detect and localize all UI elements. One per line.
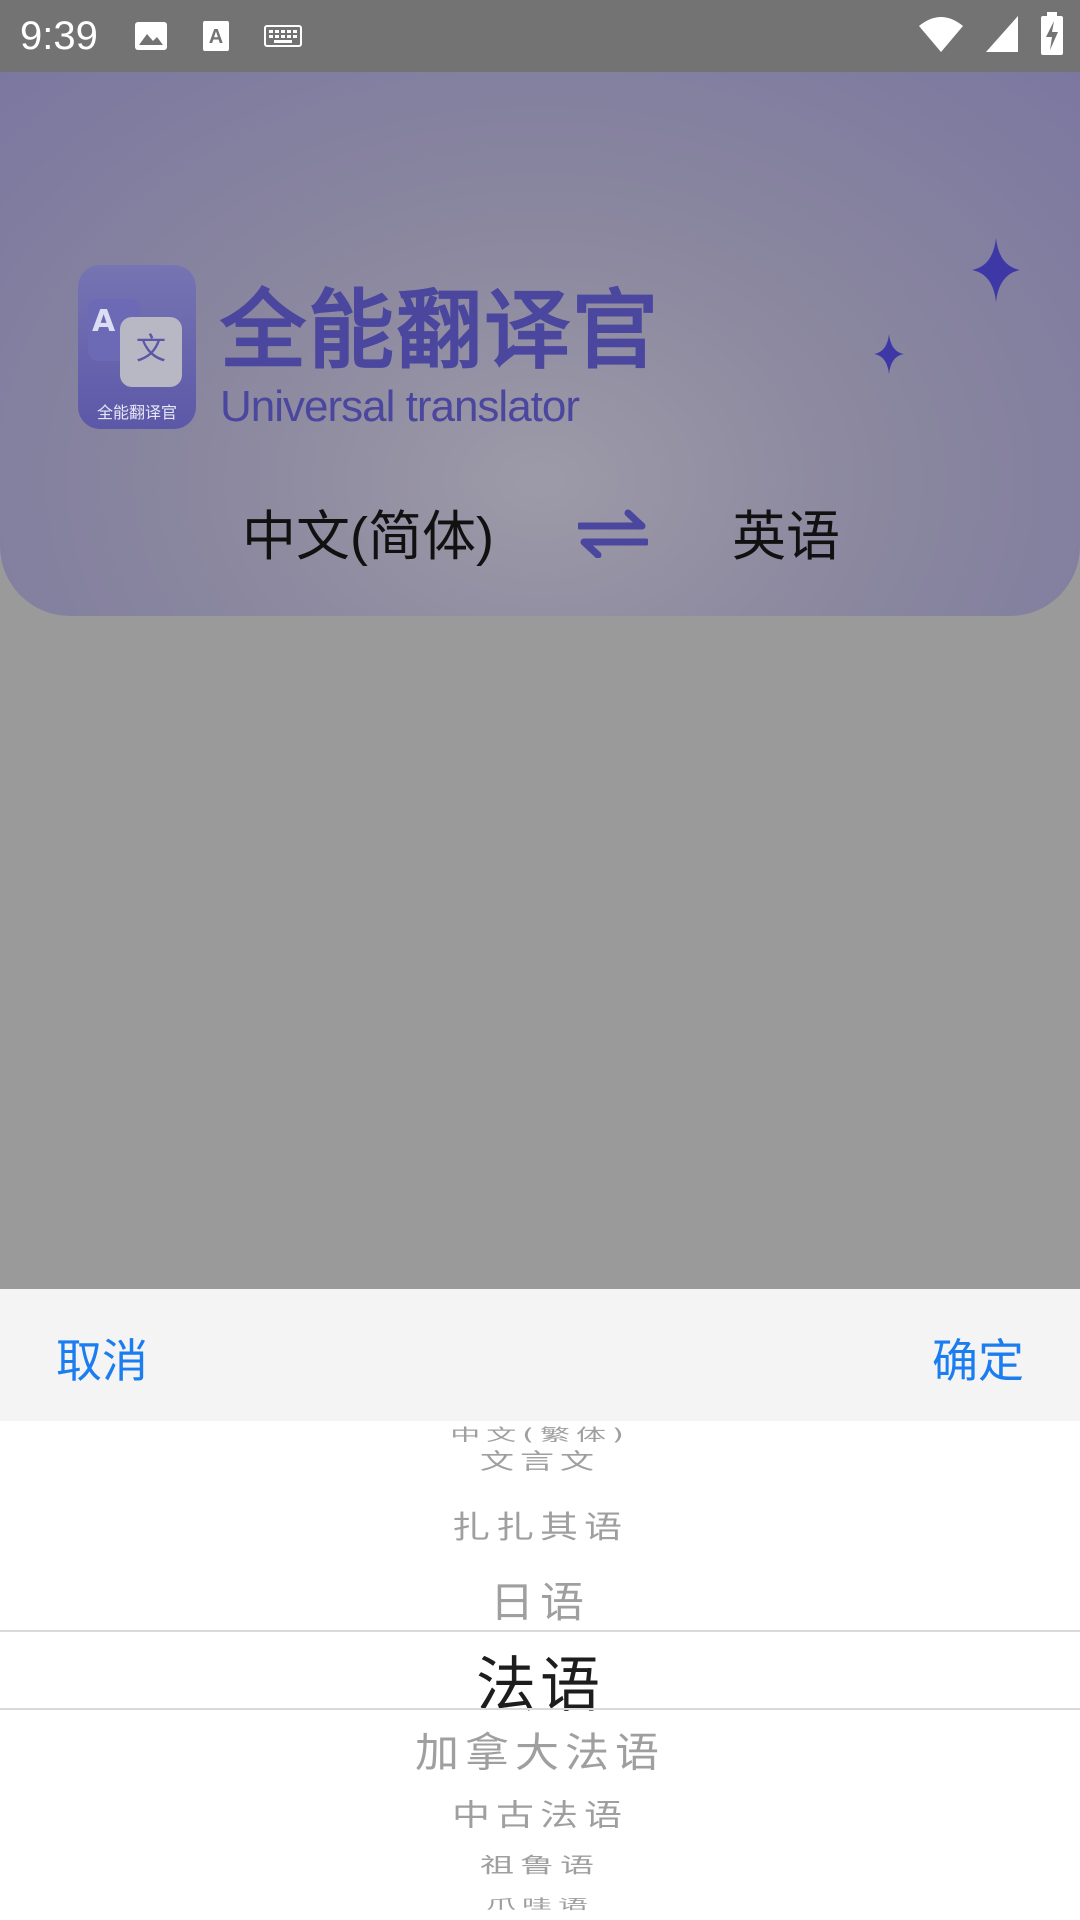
- picker-item[interactable]: 加拿大法语: [0, 1720, 1080, 1779]
- system-icons: [918, 12, 1064, 56]
- battery-charging-icon: [1041, 12, 1063, 55]
- cancel-button[interactable]: 取消: [56, 1325, 148, 1391]
- picker-item[interactable]: 中文(繁体): [0, 1421, 1080, 1443]
- logo-caption: 全能翻译官: [96, 403, 177, 422]
- app-logo: A 文 全能翻译官: [78, 265, 196, 429]
- sparkle-small-icon: [874, 334, 904, 374]
- picker-item[interactable]: 文言文: [0, 1444, 1080, 1476]
- keyboard-icon: [263, 25, 302, 47]
- picker-item[interactable]: 爪哇语: [0, 1893, 1080, 1913]
- logo-glyph: 文: [120, 317, 182, 387]
- notification-icons: A: [134, 20, 302, 52]
- picker-selection-line-top: [0, 1630, 1080, 1632]
- language-picker-wheel[interactable]: 中文(繁体) 文言文 扎扎其语 日语 法语 加拿大法语 中古法语 祖鲁语 爪哇语: [0, 1421, 1080, 1920]
- swap-arrows-icon[interactable]: [578, 508, 648, 558]
- status-bar: 9:39 A: [0, 0, 1080, 72]
- source-language-selector[interactable]: 中文(简体): [242, 492, 494, 571]
- svg-text:A: A: [209, 26, 223, 48]
- sparkle-large-icon: [972, 238, 1020, 302]
- confirm-button[interactable]: 确定: [932, 1325, 1024, 1391]
- picker-item[interactable]: 日语: [0, 1569, 1080, 1630]
- image-icon: [134, 22, 167, 50]
- picker-item[interactable]: 扎扎其语: [0, 1502, 1080, 1547]
- app-title: 全能翻译官: [220, 281, 660, 381]
- picker-toolbar: 取消 确定: [0, 1289, 1080, 1421]
- picker-item[interactable]: 中古法语: [0, 1791, 1080, 1835]
- text-a-icon: A: [202, 21, 229, 51]
- app-subtitle: Universal translator: [220, 382, 580, 431]
- picker-selection-line-bottom: [0, 1708, 1080, 1710]
- status-time: 9:39: [20, 13, 98, 58]
- cell-signal-icon: [986, 16, 1018, 52]
- picker-item[interactable]: 祖鲁语: [0, 1848, 1080, 1878]
- target-language-selector[interactable]: 英语: [732, 492, 840, 571]
- wifi-icon: [919, 17, 963, 52]
- header-card: A 文 全能翻译官 全能翻译官 Universal translator 中文(…: [0, 72, 1080, 616]
- picker-item-selected[interactable]: 法语: [0, 1637, 1080, 1724]
